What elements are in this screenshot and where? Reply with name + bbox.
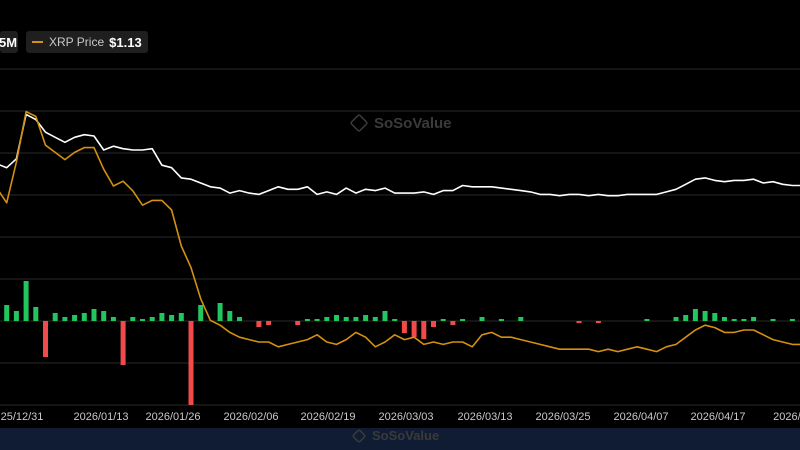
outflow-bar[interactable] xyxy=(43,321,48,357)
watermark-logo-icon xyxy=(351,428,367,443)
inflow-bar[interactable] xyxy=(673,317,679,321)
x-tick-label: 2026/04/07 xyxy=(613,411,668,423)
x-tick-label: 2026/03/25 xyxy=(535,411,590,423)
inflow-bar[interactable] xyxy=(91,309,97,321)
inflow-bar[interactable] xyxy=(731,319,737,321)
outflow-bar[interactable] xyxy=(120,321,126,365)
inflow-bar[interactable] xyxy=(217,303,223,321)
outflow-bar[interactable] xyxy=(450,321,456,325)
inflow-bar[interactable] xyxy=(498,319,504,321)
inflow-bar[interactable] xyxy=(23,281,29,321)
inflow-bar[interactable] xyxy=(363,315,369,321)
inflow-bar[interactable] xyxy=(334,315,339,321)
inflow-bar[interactable] xyxy=(237,317,242,321)
inflow-bar[interactable] xyxy=(789,319,795,321)
x-tick-label: 2026/03/03 xyxy=(378,411,433,423)
inflow-bar[interactable] xyxy=(479,317,485,321)
inflow-bar[interactable] xyxy=(101,311,107,321)
inflow-bar[interactable] xyxy=(751,317,757,321)
price-swatch-icon xyxy=(32,41,43,43)
x-tick-label: 2026/04/17 xyxy=(690,411,745,423)
inflow-bar[interactable] xyxy=(13,311,19,321)
legend-left-chip: 5M xyxy=(0,31,18,53)
chart-area: 25/12/31 2026/01/13 2026/01/26 2026/02/06 20… xyxy=(0,68,800,423)
legend-price-chip[interactable]: XRP Price $1.13 xyxy=(26,31,148,53)
outflow-bar[interactable] xyxy=(576,321,582,323)
outflow-bar[interactable] xyxy=(411,321,417,337)
outflow-bar[interactable] xyxy=(421,321,427,339)
inflow-bar[interactable] xyxy=(324,317,330,321)
x-tick-label: 2026/02/19 xyxy=(300,411,355,423)
inflow-bar[interactable] xyxy=(227,311,233,321)
x-tick-label: 2026/0 xyxy=(773,411,800,423)
outflow-bar[interactable] xyxy=(295,321,301,325)
inflow-bar[interactable] xyxy=(353,317,359,321)
inflow-bar[interactable] xyxy=(392,319,398,321)
inflow-bar[interactable] xyxy=(518,317,524,321)
inflow-bar[interactable] xyxy=(169,315,175,321)
outflow-bar[interactable] xyxy=(595,321,601,323)
x-tick-label: 2026/01/13 xyxy=(73,411,128,423)
outflow-bar[interactable] xyxy=(266,321,272,325)
x-tick-label: 2026/02/06 xyxy=(223,411,278,423)
inflow-bar[interactable] xyxy=(81,313,87,321)
inflow-bar[interactable] xyxy=(644,319,650,321)
watermark-top: SoSoValue xyxy=(349,113,452,133)
inflow-bar[interactable] xyxy=(4,305,10,321)
inflow-bar[interactable] xyxy=(62,317,68,321)
inflow-bar[interactable] xyxy=(140,319,145,321)
legend-left-value: 5M xyxy=(0,34,18,50)
inflow-bar[interactable] xyxy=(683,315,689,321)
inflow-bar[interactable] xyxy=(178,313,184,321)
inflow-bar[interactable] xyxy=(722,317,727,321)
x-tick-label: 25/12/31 xyxy=(1,411,44,423)
inflow-bar[interactable] xyxy=(110,317,116,321)
inflow-bar[interactable] xyxy=(440,319,446,321)
inflow-bar[interactable] xyxy=(712,313,718,321)
legend-price-name: XRP Price xyxy=(49,35,105,49)
inflow-bar[interactable] xyxy=(198,305,204,321)
inflow-bar[interactable] xyxy=(460,319,466,321)
inflow-bar[interactable] xyxy=(33,307,39,321)
inflow-bar[interactable] xyxy=(741,319,747,321)
legend-price-value: $1.13 xyxy=(109,34,142,50)
inflow-bar[interactable] xyxy=(314,319,320,321)
watermark-logo-icon xyxy=(349,113,369,133)
inflow-bar[interactable] xyxy=(343,317,349,321)
inflow-bar[interactable] xyxy=(159,313,165,321)
inflow-bar[interactable] xyxy=(130,317,136,321)
inflow-bar[interactable] xyxy=(304,319,310,321)
inflow-bar[interactable] xyxy=(149,317,155,321)
watermark-bottom: SoSoValue xyxy=(351,428,439,443)
x-tick-label: 2026/01/26 xyxy=(145,411,200,423)
inflow-bar[interactable] xyxy=(770,319,776,321)
outflow-bar[interactable] xyxy=(188,321,194,405)
inflow-bar[interactable] xyxy=(382,311,388,321)
outflow-bar[interactable] xyxy=(401,321,407,333)
inflow-bar[interactable] xyxy=(52,313,58,321)
inflow-bar[interactable] xyxy=(72,315,78,321)
inflow-bar[interactable] xyxy=(692,309,698,321)
inflow-bar[interactable] xyxy=(702,311,708,321)
outflow-bar[interactable] xyxy=(256,321,262,327)
x-tick-label: 2026/03/13 xyxy=(457,411,512,423)
outflow-bar[interactable] xyxy=(431,321,436,327)
inflow-bar[interactable] xyxy=(372,317,378,321)
